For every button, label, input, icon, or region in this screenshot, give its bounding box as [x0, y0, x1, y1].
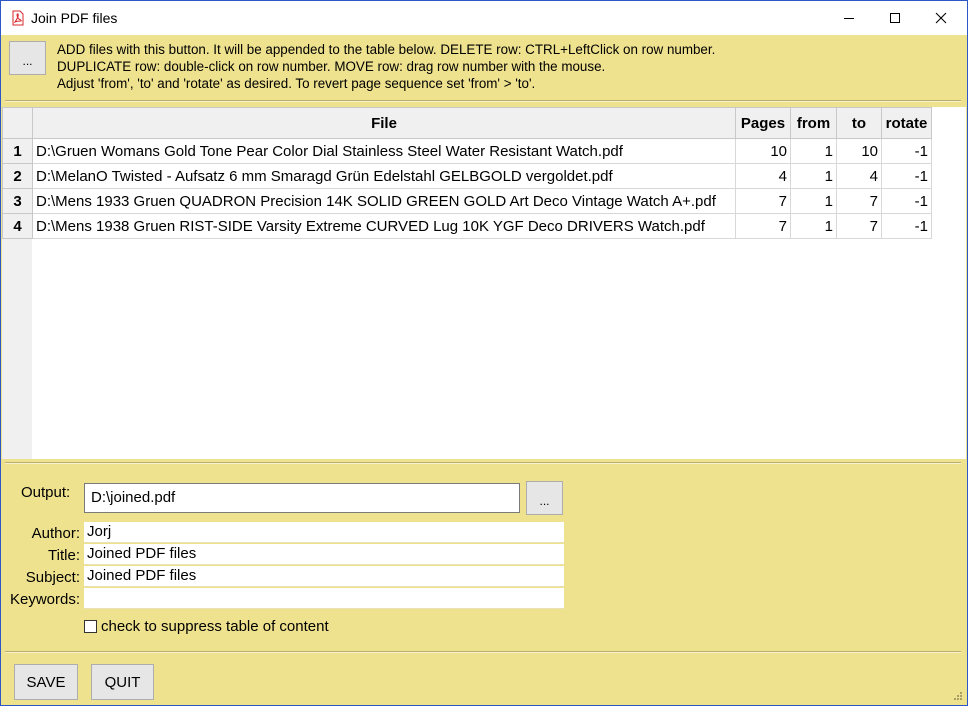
rotate-cell[interactable]: -1 [881, 213, 932, 239]
add-files-button[interactable]: ... [9, 41, 46, 75]
to-cell[interactable]: 10 [836, 138, 882, 164]
instruction-line-1: ADD files with this button. It will be a… [57, 42, 716, 57]
maximize-icon [890, 13, 900, 23]
keywords-field[interactable] [84, 588, 564, 609]
instructions-panel: ... ADD files with this button. It will … [1, 35, 967, 97]
table-row: 1 D:\Gruen Womans Gold Tone Pear Color D… [2, 138, 932, 164]
to-cell[interactable]: 7 [836, 188, 882, 214]
title-label: Title: [48, 547, 80, 564]
browse-output-button[interactable]: ... [526, 481, 563, 515]
title-field[interactable]: Joined PDF files [84, 544, 564, 565]
files-table: File Pages from to rotate 1 D:\Gruen Wom… [2, 107, 932, 239]
to-cell[interactable]: 7 [836, 213, 882, 239]
column-header-from[interactable]: from [790, 107, 837, 139]
to-cell[interactable]: 4 [836, 163, 882, 189]
maximize-button[interactable] [872, 1, 918, 35]
minimize-button[interactable] [826, 1, 872, 35]
table-header-row: File Pages from to rotate [2, 107, 932, 139]
table-row: 2 D:\MelanO Twisted - Aufsatz 6 mm Smara… [2, 163, 932, 189]
rotate-cell[interactable]: -1 [881, 163, 932, 189]
row-number[interactable]: 2 [2, 163, 33, 189]
keywords-label: Keywords: [9, 591, 80, 608]
column-header-rotate[interactable]: rotate [881, 107, 932, 139]
quit-button[interactable]: QUIT [91, 664, 154, 700]
suppress-toc-label: check to suppress table of content [101, 618, 329, 635]
pages-cell[interactable]: 7 [735, 213, 791, 239]
rotate-cell[interactable]: -1 [881, 188, 932, 214]
separator-middle [5, 462, 961, 464]
suppress-toc-option[interactable]: check to suppress table of content [84, 618, 329, 635]
separator-top [5, 100, 961, 102]
separator-bottom [5, 651, 961, 653]
rotate-cell[interactable]: -1 [881, 138, 932, 164]
file-cell[interactable]: D:\Gruen Womans Gold Tone Pear Color Dia… [32, 138, 736, 164]
output-label: Output: [21, 484, 71, 501]
file-cell[interactable]: D:\Mens 1938 Gruen RIST-SIDE Varsity Ext… [32, 213, 736, 239]
minimize-icon [844, 18, 854, 19]
subject-field[interactable]: Joined PDF files [84, 566, 564, 587]
suppress-toc-checkbox[interactable] [84, 620, 97, 633]
author-field[interactable]: Jorj [84, 522, 564, 543]
instruction-line-3: Adjust 'from', 'to' and 'rotate' as desi… [57, 76, 536, 91]
pages-cell[interactable]: 7 [735, 188, 791, 214]
instructions-text: ADD files with this button. It will be a… [57, 41, 715, 92]
row-number[interactable]: 4 [2, 213, 33, 239]
from-cell[interactable]: 1 [790, 188, 837, 214]
save-button[interactable]: SAVE [14, 664, 78, 700]
output-path-field[interactable]: D:\joined.pdf [84, 483, 520, 513]
column-header-file[interactable]: File [32, 107, 736, 139]
row-number[interactable]: 1 [2, 138, 33, 164]
window-title: Join PDF files [31, 10, 118, 26]
from-cell[interactable]: 1 [790, 213, 837, 239]
table-row: 4 D:\Mens 1938 Gruen RIST-SIDE Varsity E… [2, 213, 932, 239]
from-cell[interactable]: 1 [790, 163, 837, 189]
author-label: Author: [31, 525, 80, 542]
corner-header [2, 107, 33, 139]
title-bar[interactable]: Join PDF files [1, 1, 967, 35]
table-row: 3 D:\Mens 1933 Gruen QUADRON Precision 1… [2, 188, 932, 214]
subject-label: Subject: [25, 569, 80, 586]
join-pdf-window: Join PDF files ... ADD files with this b… [0, 0, 968, 706]
column-header-pages[interactable]: Pages [735, 107, 791, 139]
pages-cell[interactable]: 4 [735, 163, 791, 189]
pdf-app-icon [10, 10, 26, 26]
pages-cell[interactable]: 10 [735, 138, 791, 164]
files-table-area[interactable]: File Pages from to rotate 1 D:\Gruen Wom… [2, 107, 966, 459]
file-cell[interactable]: D:\MelanO Twisted - Aufsatz 6 mm Smaragd… [32, 163, 736, 189]
from-cell[interactable]: 1 [790, 138, 837, 164]
row-number[interactable]: 3 [2, 188, 33, 214]
close-icon [935, 12, 947, 24]
resize-grip-icon[interactable] [953, 691, 963, 701]
file-cell[interactable]: D:\Mens 1933 Gruen QUADRON Precision 14K… [32, 188, 736, 214]
column-header-to[interactable]: to [836, 107, 882, 139]
instruction-line-2: DUPLICATE row: double-click on row numbe… [57, 59, 606, 74]
close-button[interactable] [918, 1, 964, 35]
